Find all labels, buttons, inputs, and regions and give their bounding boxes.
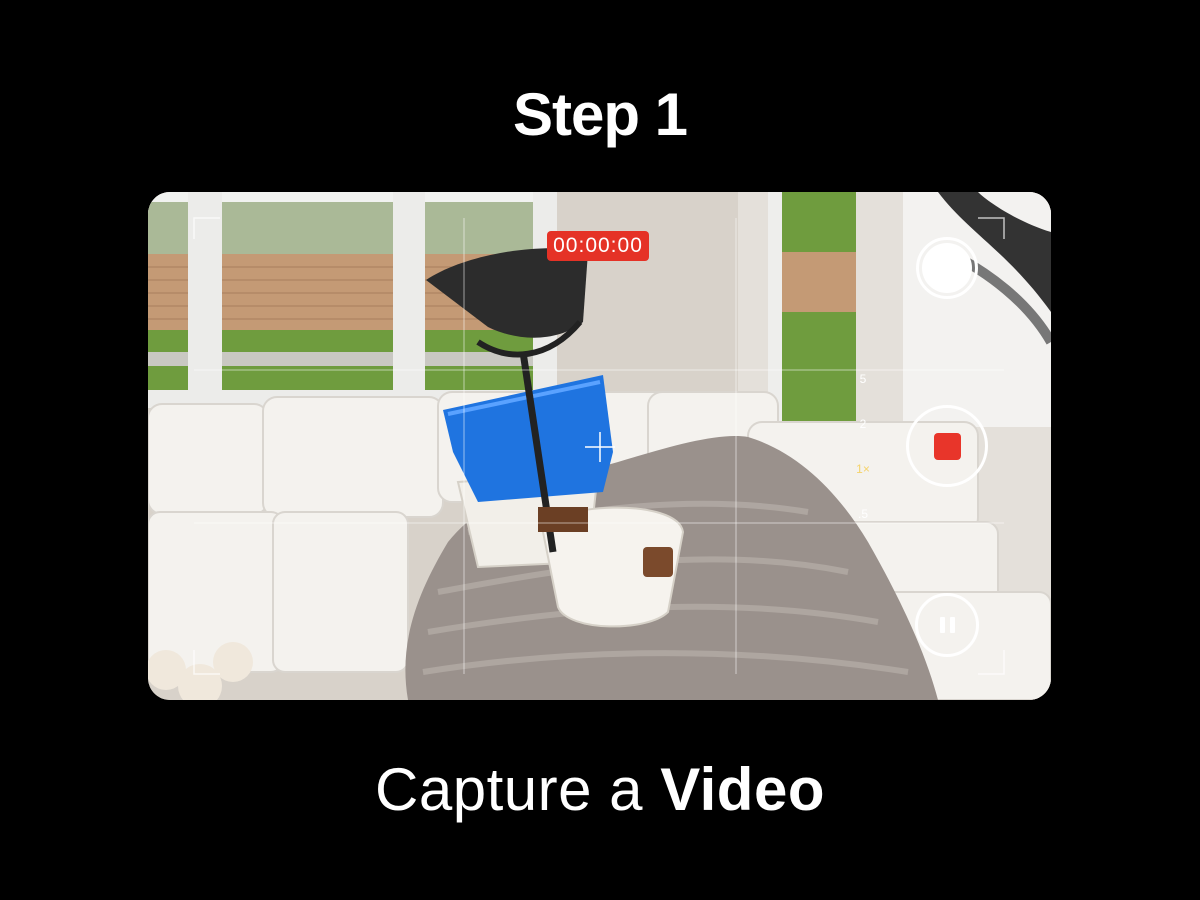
step-title: Step 1	[512, 81, 688, 148]
step-caption: Capture a Video	[0, 755, 1200, 824]
zoom-level-0-5[interactable]: .5	[853, 507, 873, 521]
zoom-level-1x[interactable]: 1×	[853, 462, 873, 476]
zoom-level-2[interactable]: 2	[853, 417, 873, 431]
camera-viewfinder[interactable]: 00:00:00 5 2 1× .5	[148, 192, 1051, 700]
record-stop-icon	[933, 432, 961, 460]
pause-recording-button[interactable]	[915, 593, 979, 657]
pause-icon	[939, 617, 955, 633]
shutter-icon	[922, 243, 972, 293]
stop-recording-button[interactable]	[906, 405, 988, 487]
caption-prefix: Capture a	[375, 756, 644, 823]
zoom-level-5[interactable]: 5	[853, 372, 873, 386]
recording-timer: 00:00:00	[547, 231, 649, 261]
photo-shutter-button[interactable]	[916, 237, 978, 299]
caption-emphasis: Video	[660, 756, 825, 823]
